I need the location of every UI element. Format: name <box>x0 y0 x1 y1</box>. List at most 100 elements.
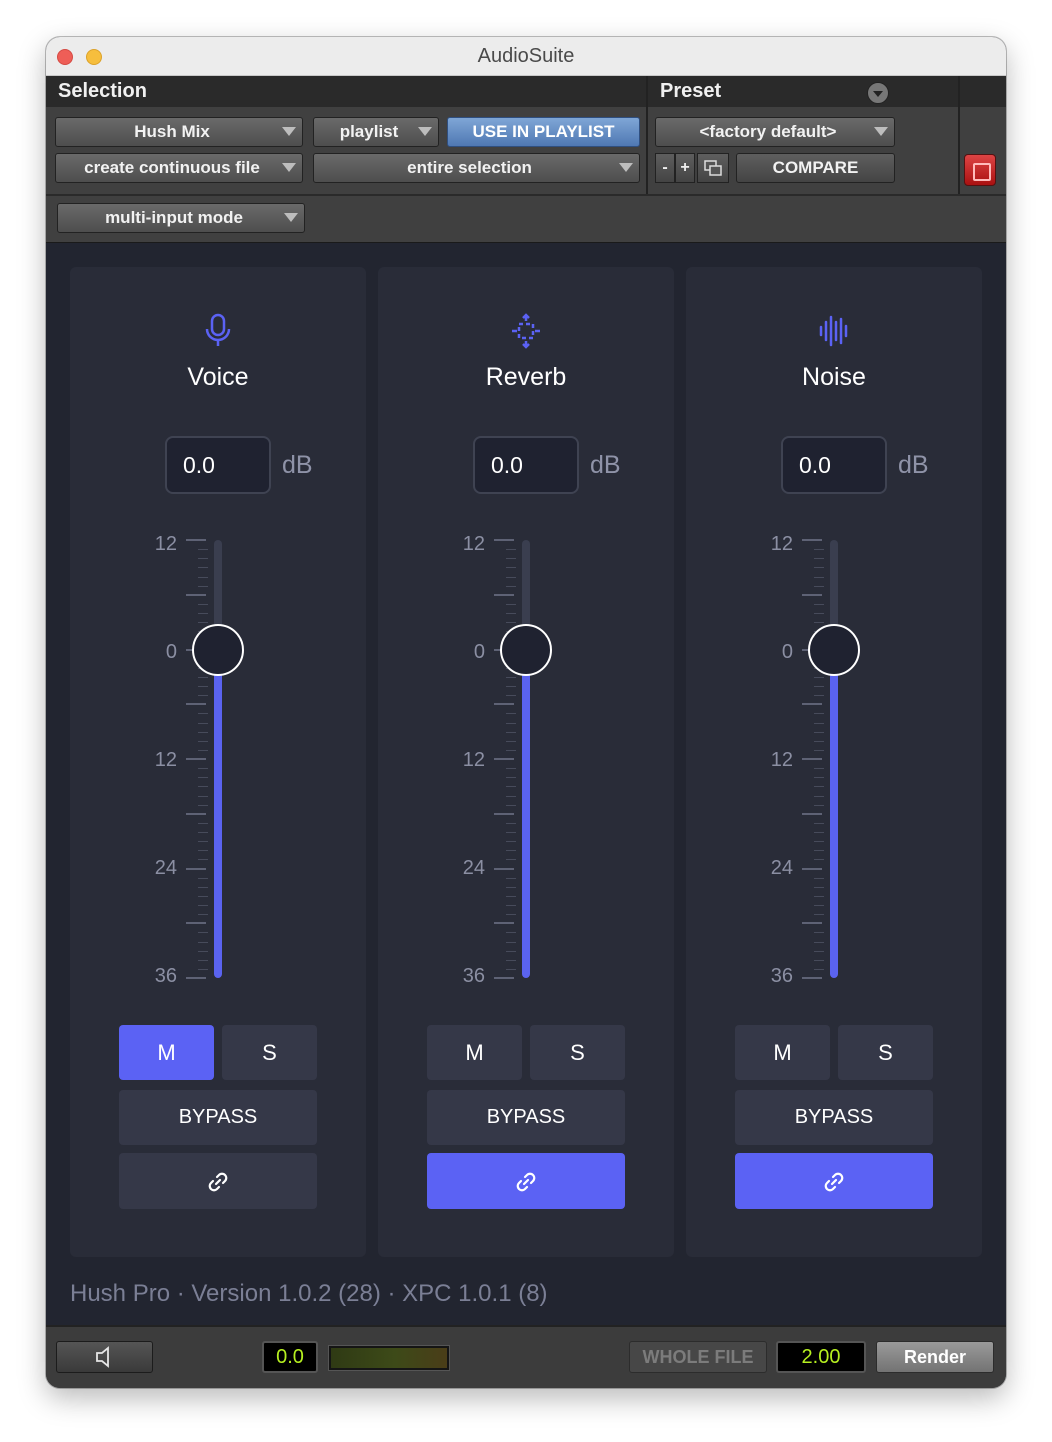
fader-knob[interactable] <box>192 623 244 676</box>
gain-input[interactable]: 0.0 <box>473 436 579 494</box>
gain-unit: dB <box>590 451 621 479</box>
bypass-button[interactable]: BYPASS <box>735 1090 933 1145</box>
file-mode-selector[interactable]: create continuous file <box>55 153 303 183</box>
use-in-playlist-button[interactable]: USE IN PLAYLIST <box>447 117 640 147</box>
scale-tick <box>802 703 822 706</box>
scale-minor-tick <box>506 795 516 797</box>
audiosuite-footer: 0.0 WHOLE FILE 2.00 Render <box>46 1325 1006 1388</box>
scale-minor-tick <box>814 585 824 587</box>
scale-minor-tick <box>814 777 824 779</box>
target-selector[interactable]: playlist <box>313 117 439 147</box>
scale-minor-tick <box>506 968 516 970</box>
scale-minor-tick <box>506 850 516 852</box>
mute-button[interactable]: M <box>427 1025 522 1080</box>
scale-minor-tick <box>506 549 516 551</box>
scale-label: 24 <box>462 857 485 879</box>
plugin-selector[interactable]: Hush Mix <box>55 117 303 147</box>
preview-button[interactable] <box>56 1341 153 1373</box>
solo-button[interactable]: S <box>222 1025 317 1080</box>
scale-minor-tick <box>814 850 824 852</box>
scale-minor-tick <box>814 804 824 806</box>
handle-length-readout[interactable]: 2.00 <box>776 1341 866 1373</box>
mute-button[interactable]: M <box>119 1025 214 1080</box>
scale-tick <box>494 703 514 706</box>
fader-knob[interactable] <box>808 623 860 676</box>
dropdown-arrow-icon <box>284 213 298 222</box>
dropdown-arrow-icon <box>282 127 296 136</box>
scale-label: 24 <box>770 857 793 879</box>
scale-minor-tick <box>814 622 824 624</box>
divider <box>646 76 648 194</box>
dropdown-arrow-icon <box>874 127 888 136</box>
input-mode-selector[interactable]: multi-input mode <box>57 203 305 233</box>
preset-header: Preset <box>648 76 958 107</box>
scale-minor-tick <box>198 950 208 952</box>
gain-unit: dB <box>282 451 313 479</box>
preset-selector[interactable]: <factory default> <box>655 117 895 147</box>
scale-minor-tick <box>506 877 516 879</box>
scale-minor-tick <box>198 786 208 788</box>
scale-minor-tick <box>814 968 824 970</box>
scale-tick <box>494 867 514 870</box>
channel-strip-reverb: Reverb 0.0 dB 12 0 12 24 36 M S BYPASS <box>378 267 674 1257</box>
preset-decrement-button[interactable]: - <box>655 153 675 183</box>
scale-tick <box>494 539 514 541</box>
scale-minor-tick <box>198 695 208 697</box>
bypass-button[interactable]: BYPASS <box>427 1090 625 1145</box>
scale-label: 12 <box>154 533 177 555</box>
whole-file-button[interactable]: WHOLE FILE <box>629 1341 767 1373</box>
link-button[interactable] <box>735 1153 933 1209</box>
link-button[interactable] <box>119 1153 317 1209</box>
link-icon <box>516 1172 536 1192</box>
dropdown-arrow-icon <box>619 163 633 172</box>
scale-minor-tick <box>506 558 516 560</box>
compare-button[interactable]: COMPARE <box>736 153 895 183</box>
bypass-button[interactable]: BYPASS <box>119 1090 317 1145</box>
render-button[interactable]: Render <box>876 1341 994 1373</box>
scale-minor-tick <box>814 914 824 916</box>
preset-copy-button[interactable] <box>697 153 729 183</box>
scale-minor-tick <box>198 731 208 733</box>
scale-minor-tick <box>506 932 516 934</box>
scale-tick <box>186 703 206 706</box>
selection-header: Selection <box>46 76 646 107</box>
preset-increment-button[interactable]: + <box>675 153 695 183</box>
scale-label: 36 <box>154 965 177 987</box>
mute-button[interactable]: M <box>735 1025 830 1080</box>
scale-minor-tick <box>814 895 824 897</box>
bypass-plugin-button[interactable] <box>964 154 996 186</box>
scale-minor-tick <box>506 777 516 779</box>
scale-minor-tick <box>814 613 824 614</box>
solo-button[interactable]: S <box>530 1025 625 1080</box>
scale-minor-tick <box>198 905 208 906</box>
speaker-icon <box>96 1346 109 1368</box>
channel-name: Noise <box>802 363 866 391</box>
scale-tick <box>186 812 206 815</box>
scale-minor-tick <box>814 795 824 797</box>
scale-minor-tick <box>506 676 516 678</box>
scale-minor-tick <box>814 950 824 952</box>
scale-minor-tick <box>814 841 824 843</box>
scale-minor-tick <box>814 549 824 551</box>
scale-tick <box>186 593 206 596</box>
scale-minor-tick <box>198 567 208 569</box>
divider <box>46 194 1006 196</box>
gain-input[interactable]: 0.0 <box>165 436 271 494</box>
scale-label: 12 <box>770 749 793 771</box>
scale-minor-tick <box>814 676 824 678</box>
link-button[interactable] <box>427 1153 625 1209</box>
scale-minor-tick <box>506 695 516 697</box>
processing-selector[interactable]: entire selection <box>313 153 640 183</box>
gain-input[interactable]: 0.0 <box>781 436 887 494</box>
solo-button[interactable]: S <box>838 1025 933 1080</box>
scale-minor-tick <box>506 950 516 952</box>
scale-tick <box>186 539 206 541</box>
scale-minor-tick <box>198 777 208 779</box>
scale-minor-tick <box>198 768 208 770</box>
fader-fill <box>522 649 530 978</box>
fader-knob[interactable] <box>500 623 552 676</box>
scale-label: 12 <box>770 533 793 555</box>
scale-minor-tick <box>506 576 516 578</box>
scale-tick <box>802 867 822 870</box>
preset-menu-button[interactable] <box>867 82 889 104</box>
